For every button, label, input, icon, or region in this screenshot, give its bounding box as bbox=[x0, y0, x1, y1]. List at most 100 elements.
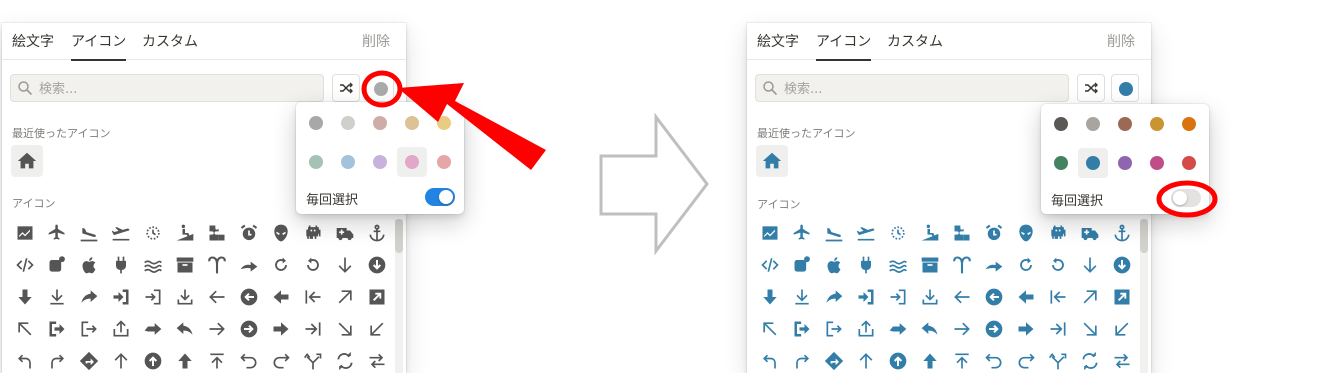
remove-button[interactable]: 削除 bbox=[1107, 31, 1135, 51]
icon-cell[interactable] bbox=[11, 347, 39, 373]
icon-cell[interactable] bbox=[107, 315, 135, 343]
icon-cell[interactable] bbox=[107, 347, 135, 373]
icon-cell[interactable] bbox=[1044, 283, 1072, 311]
icon-cell[interactable] bbox=[139, 283, 167, 311]
icon-cell[interactable] bbox=[363, 219, 391, 247]
color-button[interactable] bbox=[1111, 74, 1139, 102]
color-swatch[interactable] bbox=[1142, 148, 1172, 178]
icon-cell[interactable] bbox=[235, 347, 263, 373]
icon-cell[interactable] bbox=[948, 347, 976, 373]
icon-cell[interactable] bbox=[267, 219, 295, 247]
color-swatch[interactable] bbox=[429, 147, 459, 177]
color-button[interactable] bbox=[366, 74, 394, 102]
recent-icon-house[interactable] bbox=[11, 145, 43, 177]
icon-cell[interactable] bbox=[43, 315, 71, 343]
icon-cell[interactable] bbox=[916, 251, 944, 279]
icon-cell[interactable] bbox=[1108, 219, 1136, 247]
every-time-toggle[interactable] bbox=[425, 188, 455, 206]
icon-cell[interactable] bbox=[363, 283, 391, 311]
tab-emoji[interactable]: 絵文字 bbox=[757, 31, 799, 59]
icon-cell[interactable] bbox=[980, 283, 1008, 311]
icon-cell[interactable] bbox=[788, 315, 816, 343]
icon-cell[interactable] bbox=[171, 347, 199, 373]
icon-cell[interactable] bbox=[299, 315, 327, 343]
icon-cell[interactable] bbox=[75, 315, 103, 343]
icon-cell[interactable] bbox=[139, 315, 167, 343]
icon-cell[interactable] bbox=[139, 251, 167, 279]
icon-cell[interactable] bbox=[788, 283, 816, 311]
icon-cell[interactable] bbox=[299, 347, 327, 373]
icon-cell[interactable] bbox=[107, 283, 135, 311]
icon-cell[interactable] bbox=[43, 251, 71, 279]
icon-cell[interactable] bbox=[171, 219, 199, 247]
icon-cell[interactable] bbox=[75, 251, 103, 279]
icon-cell[interactable] bbox=[1012, 219, 1040, 247]
icon-cell[interactable] bbox=[916, 219, 944, 247]
icon-cell[interactable] bbox=[107, 219, 135, 247]
color-swatch[interactable] bbox=[1078, 109, 1108, 139]
icon-cell[interactable] bbox=[139, 219, 167, 247]
icon-cell[interactable] bbox=[884, 347, 912, 373]
icon-cell[interactable] bbox=[948, 251, 976, 279]
icon-cell[interactable] bbox=[331, 219, 359, 247]
icon-cell[interactable] bbox=[75, 347, 103, 373]
icon-cell[interactable] bbox=[267, 251, 295, 279]
color-swatch[interactable] bbox=[397, 108, 427, 138]
icon-cell[interactable] bbox=[852, 315, 880, 343]
icon-cell[interactable] bbox=[1108, 347, 1136, 373]
icon-cell[interactable] bbox=[43, 219, 71, 247]
icon-cell[interactable] bbox=[820, 347, 848, 373]
icon-cell[interactable] bbox=[267, 315, 295, 343]
icon-cell[interactable] bbox=[1108, 315, 1136, 343]
icon-cell[interactable] bbox=[1076, 251, 1104, 279]
icon-cell[interactable] bbox=[363, 315, 391, 343]
icon-cell[interactable] bbox=[171, 251, 199, 279]
search-input[interactable] bbox=[37, 77, 321, 101]
icon-cell[interactable] bbox=[1108, 251, 1136, 279]
color-swatch[interactable] bbox=[1110, 109, 1140, 139]
color-swatch[interactable] bbox=[1046, 148, 1076, 178]
color-swatch[interactable] bbox=[1046, 109, 1076, 139]
icon-cell[interactable] bbox=[43, 283, 71, 311]
icon-cell[interactable] bbox=[1012, 347, 1040, 373]
icon-cell[interactable] bbox=[788, 219, 816, 247]
icon-cell[interactable] bbox=[948, 219, 976, 247]
color-swatch[interactable] bbox=[1174, 109, 1204, 139]
tab-icons[interactable]: アイコン bbox=[816, 31, 872, 61]
icon-cell[interactable] bbox=[1076, 347, 1104, 373]
icon-cell[interactable] bbox=[756, 315, 784, 343]
icon-cell[interactable] bbox=[980, 315, 1008, 343]
icon-cell[interactable] bbox=[331, 315, 359, 343]
icon-cell[interactable] bbox=[171, 315, 199, 343]
icon-cell[interactable] bbox=[299, 283, 327, 311]
icon-cell[interactable] bbox=[203, 283, 231, 311]
tab-icons[interactable]: アイコン bbox=[71, 31, 127, 61]
icon-cell[interactable] bbox=[852, 283, 880, 311]
icon-cell[interactable] bbox=[884, 219, 912, 247]
color-swatch[interactable] bbox=[1110, 148, 1140, 178]
icon-cell[interactable] bbox=[363, 251, 391, 279]
icon-cell[interactable] bbox=[820, 315, 848, 343]
icon-cell[interactable] bbox=[203, 251, 231, 279]
icon-cell[interactable] bbox=[852, 251, 880, 279]
icon-cell[interactable] bbox=[980, 347, 1008, 373]
icon-cell[interactable] bbox=[884, 251, 912, 279]
scrollbar-thumb[interactable] bbox=[1140, 219, 1148, 253]
color-swatch[interactable] bbox=[301, 147, 331, 177]
random-button[interactable] bbox=[332, 74, 360, 102]
icon-cell[interactable] bbox=[756, 219, 784, 247]
icon-cell[interactable] bbox=[916, 283, 944, 311]
icon-cell[interactable] bbox=[1108, 283, 1136, 311]
tab-custom[interactable]: カスタム bbox=[142, 31, 198, 59]
color-swatch[interactable] bbox=[429, 108, 459, 138]
icon-cell[interactable] bbox=[363, 347, 391, 373]
icon-cell[interactable] bbox=[1044, 315, 1072, 343]
color-swatch[interactable] bbox=[333, 147, 363, 177]
scrollbar-thumb[interactable] bbox=[395, 219, 403, 253]
icon-cell[interactable] bbox=[788, 347, 816, 373]
color-swatch[interactable] bbox=[1174, 148, 1204, 178]
icon-cell[interactable] bbox=[1044, 251, 1072, 279]
icon-cell[interactable] bbox=[1076, 219, 1104, 247]
icon-cell[interactable] bbox=[75, 219, 103, 247]
icon-cell[interactable] bbox=[11, 315, 39, 343]
